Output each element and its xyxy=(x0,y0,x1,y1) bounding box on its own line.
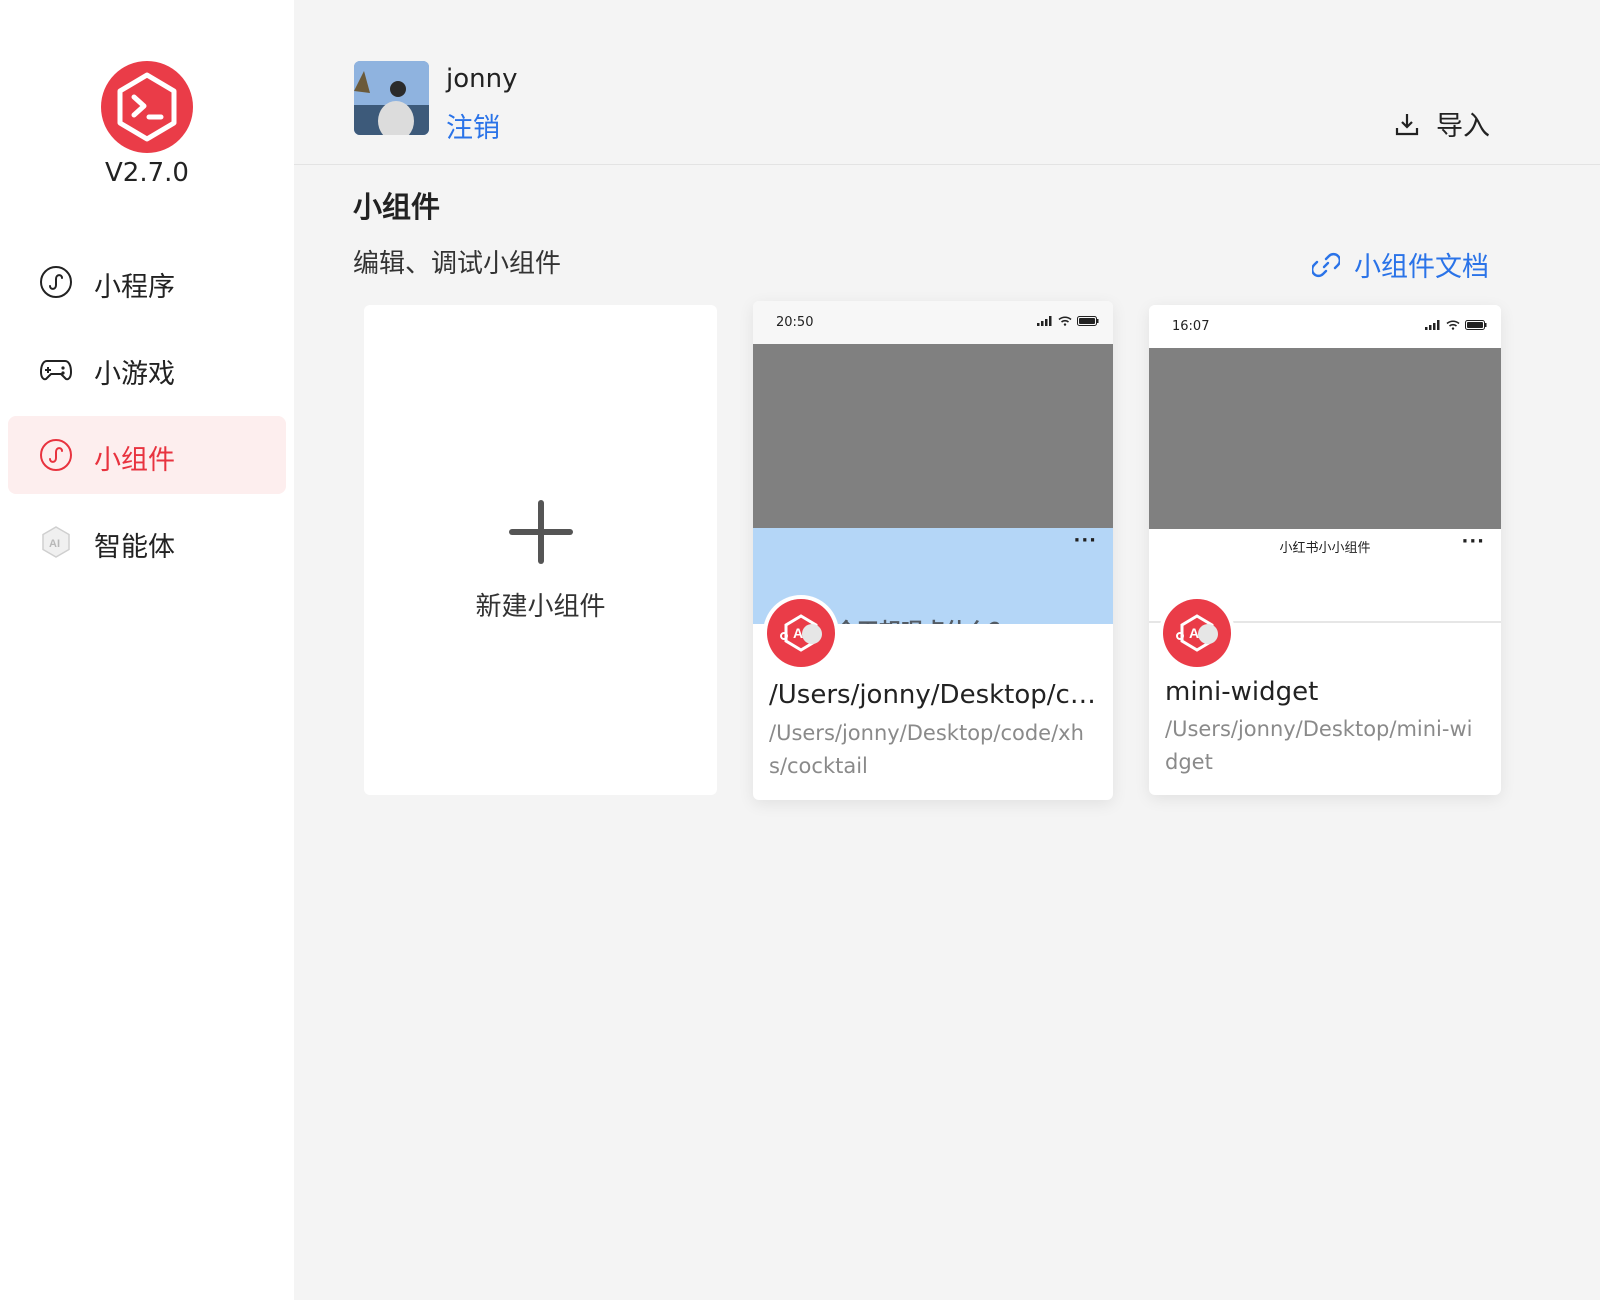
project-card[interactable]: 20:50 ··· 今天想喝点什么？ A /Users/jonny/Desk xyxy=(753,301,1113,800)
project-path: /Users/jonny/Desktop/mini-widget xyxy=(1165,717,1473,774)
project-card[interactable]: 16:07 小红书小小组件 ··· A mini-widget /Users/j… xyxy=(1149,305,1501,795)
project-name: mini-widget xyxy=(1165,677,1319,707)
username: jonny xyxy=(446,64,518,94)
widget-docs-link[interactable]: 小组件文档 xyxy=(1312,245,1489,284)
sidebar-item-label: 智能体 xyxy=(94,532,175,563)
svg-text:AI: AI xyxy=(49,538,60,550)
sidebar: V2.7.0 小程序 小游戏 小组件 AI 智能体 xyxy=(0,0,294,1300)
sidebar-item-label: 小组件 xyxy=(94,445,175,476)
avatar[interactable] xyxy=(354,61,429,135)
battery-icon xyxy=(1077,316,1099,326)
app-logo xyxy=(101,61,193,153)
preview-text: 今天想喝点什么？ xyxy=(835,614,1011,624)
sidebar-item-widget[interactable]: 小组件 xyxy=(8,416,286,494)
project-badge: A xyxy=(1159,595,1235,671)
more-icon[interactable]: ··· xyxy=(1461,531,1485,552)
download-icon xyxy=(1395,113,1419,135)
preview-widget-title: 小红书小小组件 xyxy=(1279,541,1371,556)
sidebar-item-label: 小游戏 xyxy=(94,359,175,390)
gamepad-icon xyxy=(40,360,72,381)
signal-icon xyxy=(1037,316,1052,326)
terminal-hexagon-icon xyxy=(117,72,177,142)
widget-docs-label: 小组件文档 xyxy=(1354,252,1489,283)
status-icons xyxy=(1425,320,1487,330)
wifi-icon xyxy=(1446,320,1460,330)
header: jonny 注销 导入 xyxy=(294,0,1600,165)
svg-text:A: A xyxy=(793,625,803,641)
preview-status-bar: 16:07 xyxy=(1149,305,1501,348)
wifi-icon xyxy=(1058,316,1072,326)
more-icon[interactable]: ··· xyxy=(1073,530,1097,551)
preview-status-bar: 20:50 xyxy=(753,301,1113,344)
plus-icon xyxy=(509,500,573,564)
import-button[interactable]: 导入 xyxy=(1394,104,1490,143)
logout-link[interactable]: 注销 xyxy=(446,106,500,145)
new-widget-label: 新建小组件 xyxy=(475,592,606,622)
project-name: /Users/jonny/Desktop/co... xyxy=(769,680,1099,710)
sidebar-item-mini-game[interactable]: 小游戏 xyxy=(8,330,286,408)
preview-image xyxy=(753,344,1113,528)
preview-image xyxy=(1149,348,1501,529)
battery-icon xyxy=(1465,320,1487,330)
widget-hexagon-icon: A xyxy=(780,614,822,652)
widget-hexagon-icon: A xyxy=(1176,614,1218,652)
page-subtitle: 编辑、调试小组件 xyxy=(353,249,562,279)
sidebar-item-mini-program[interactable]: 小程序 xyxy=(8,243,286,321)
ai-agent-icon: AI xyxy=(42,526,70,558)
sidebar-item-label: 小程序 xyxy=(94,272,175,303)
page-title: 小组件 xyxy=(353,190,441,224)
mini-program-icon xyxy=(40,266,72,298)
project-path: /Users/jonny/Desktop/code/xhs/cocktail xyxy=(769,721,1084,778)
sidebar-item-ai-agent[interactable]: AI 智能体 xyxy=(8,503,286,581)
import-label: 导入 xyxy=(1436,111,1490,142)
project-badge: A xyxy=(763,595,839,671)
preview-status-time: 16:07 xyxy=(1172,319,1210,334)
signal-icon xyxy=(1425,320,1440,330)
status-icons xyxy=(1037,316,1099,326)
svg-text:A: A xyxy=(1189,625,1199,641)
new-widget-card[interactable]: 新建小组件 xyxy=(364,305,717,795)
mini-program-icon xyxy=(40,439,72,471)
main-content: jonny 注销 导入 小组件 编辑、调试小组件 小组件文档 新建小组件 20:… xyxy=(294,0,1600,1300)
link-icon xyxy=(1312,252,1340,277)
app-version: V2.7.0 xyxy=(105,158,189,188)
preview-status-time: 20:50 xyxy=(776,315,814,330)
